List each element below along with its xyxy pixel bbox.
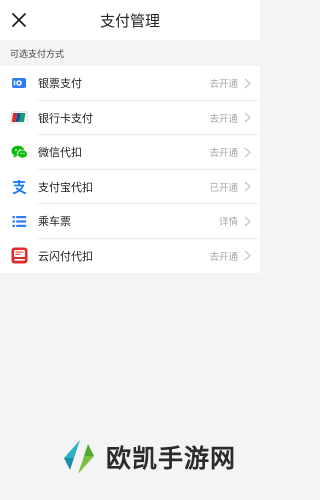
chevron-right-icon [242,181,252,193]
chevron-right-icon [242,77,252,89]
payment-method-status: 详情 [218,217,238,229]
chevron-right-icon [242,112,252,124]
payment-method-label: 银行卡支付 [38,111,93,125]
section-label: 可选支付方式 [0,40,260,66]
payment-method-ticket[interactable]: 银票支付 去开通 [0,66,260,101]
payment-method-status: 去开通 [209,113,238,125]
close-button[interactable] [8,9,30,31]
watermark-logo-icon [64,440,94,474]
alipay-icon [10,178,28,196]
top-bar: 支付管理 [0,0,260,40]
bank-card-icon [10,109,28,127]
payment-method-label: 银票支付 [38,77,82,91]
site-watermark: 欧凯手游网 [60,438,236,476]
payment-method-label: 支付宝代扣 [38,180,93,194]
payment-method-status: 去开通 [209,148,238,160]
payment-method-status: 去开通 [209,251,238,263]
payment-method-status: 已开通 [209,182,238,194]
chevron-right-icon [242,250,252,262]
payment-method-bank-card[interactable]: 银行卡支付 去开通 [0,101,260,136]
payment-method-alipay[interactable]: 支付宝代扣 已开通 [0,170,260,205]
watermark-text: 欧凯手游网 [106,444,237,473]
wechat-icon [10,143,28,161]
payment-method-label: 微信代扣 [38,146,82,160]
chevron-right-icon [242,215,252,227]
payment-method-status: 去开通 [209,79,238,91]
close-icon [12,13,26,27]
payment-method-label: 云闪付代扣 [38,249,93,263]
chevron-right-icon [242,146,252,158]
payment-method-list: 银票支付 去开通 银行卡支付 去开通 微信代扣 去开通 支付宝代扣 已开通 乘车… [0,66,260,273]
bus-ticket-icon [10,212,28,230]
payment-method-wechat[interactable]: 微信代扣 去开通 [0,135,260,170]
quickpass-icon [10,247,28,265]
payment-method-quickpass[interactable]: 云闪付代扣 去开通 [0,239,260,274]
payment-method-label: 乘车票 [38,215,71,229]
payment-method-bus-ticket[interactable]: 乘车票 详情 [0,204,260,239]
ticket-pay-icon [10,74,28,92]
page-title: 支付管理 [99,11,160,30]
